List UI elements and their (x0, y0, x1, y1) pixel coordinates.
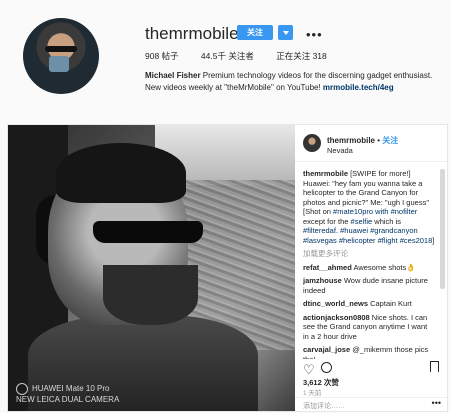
comment-text: Awesome shots👌 (351, 262, 416, 272)
post-author-line: themrmobile • 关注 (327, 135, 398, 146)
caption-text-2: except for the (303, 216, 351, 226)
caption-username[interactable]: themrmobile (303, 169, 348, 178)
comment-user[interactable]: actionjackson0808 (303, 313, 370, 322)
comment: refat__ahmed Awesome shots👌 (303, 263, 435, 273)
profile-header: themrmobile 关注 ••• 908 帖子 44.5千 关注者 正在关注… (0, 0, 450, 110)
comment: dtinc_world_news Captain Kurt (303, 299, 435, 309)
post-location[interactable]: Nevada (327, 146, 353, 155)
add-comment-input[interactable]: 添加评论…… (303, 401, 345, 411)
post-actions (303, 361, 439, 375)
watermark-line2: NEW LEICA DUAL CAMERA (16, 395, 120, 404)
comment-user[interactable]: carvajal_jose (303, 345, 350, 354)
comment-icon[interactable] (321, 362, 332, 373)
camera-watermark: HUAWEI Mate 10 Pro NEW LEICA DUAL CAMERA (16, 383, 119, 405)
comments-list: themrmobile [SWIPE for more!] Huawei: "h… (303, 169, 435, 359)
photo-sunglasses (93, 221, 203, 243)
caption-tags-3[interactable]: #filteredaf. #huawei #grandcanyon #lasve… (303, 226, 432, 245)
profile-bio: Michael Fisher Premium technology videos… (145, 70, 445, 94)
post-time: 1 天前 (303, 390, 322, 397)
load-more-comments[interactable]: 加载更多评论 (303, 249, 435, 259)
posts-count: 908 帖子 (145, 51, 179, 61)
post-photo[interactable]: HUAWEI Mate 10 Pro NEW LEICA DUAL CAMERA (8, 125, 295, 411)
profile-stats: 908 帖子 44.5千 关注者 正在关注 318 (145, 50, 347, 62)
follow-dropdown-button[interactable] (278, 25, 293, 40)
photo-hair (56, 143, 186, 203)
post-sidebar: themrmobile • 关注 Nevada themrmobile [SWI… (295, 125, 447, 411)
follow-button[interactable]: 关注 (237, 25, 273, 40)
comment-user[interactable]: jamzhouse (303, 276, 342, 285)
post-author-username[interactable]: themrmobile (327, 136, 375, 145)
post-more-icon[interactable]: ••• (432, 398, 441, 408)
more-options-icon[interactable]: ••• (306, 27, 323, 42)
comment: actionjackson0808 Nice shots. I can see … (303, 313, 435, 342)
post-header: themrmobile • 关注 Nevada (295, 125, 447, 162)
camera-ring-icon (16, 383, 28, 395)
profile-username: themrmobile (145, 24, 239, 43)
caption-tags-2[interactable]: #selfie (351, 217, 373, 226)
bio-link[interactable]: mrmobile.tech/4eg (323, 83, 394, 92)
comment: jamzhouse Wow dude insane picture indeed (303, 276, 435, 295)
post-modal: HUAWEI Mate 10 Pro NEW LEICA DUAL CAMERA… (7, 124, 448, 412)
followers-count[interactable]: 44.5千 关注者 (201, 51, 254, 61)
comment-user[interactable]: refat__ahmed (303, 263, 352, 272)
heart-icon[interactable] (303, 361, 315, 373)
avatar-sunglasses (45, 46, 77, 52)
following-count[interactable]: 正在关注 318 (276, 51, 327, 61)
watermark-line1: HUAWEI Mate 10 Pro (32, 384, 110, 394)
bookmark-icon[interactable] (430, 361, 439, 372)
photo-beard (103, 265, 198, 325)
profile-avatar[interactable] (23, 18, 99, 94)
bio-name: Michael Fisher (145, 71, 201, 80)
comments-scrollbar[interactable] (440, 169, 445, 289)
comment: carvajal_jose @_mikemm those pics tho! (303, 345, 435, 359)
comment-user[interactable]: dtinc_world_news (303, 299, 368, 308)
avatar-mug (49, 56, 69, 72)
post-author-avatar[interactable] (303, 134, 321, 152)
comment-text: Captain Kurt (368, 299, 412, 308)
add-comment-bar: 添加评论…… ••• (295, 397, 447, 412)
caption-tags[interactable]: #mate10pro with #nofilter (333, 207, 417, 216)
caption-text-3: which is (372, 216, 401, 226)
caption: themrmobile [SWIPE for more!] Huawei: "h… (303, 169, 435, 245)
post-follow-link[interactable]: 关注 (382, 136, 398, 145)
caption-end: ] (432, 235, 435, 245)
